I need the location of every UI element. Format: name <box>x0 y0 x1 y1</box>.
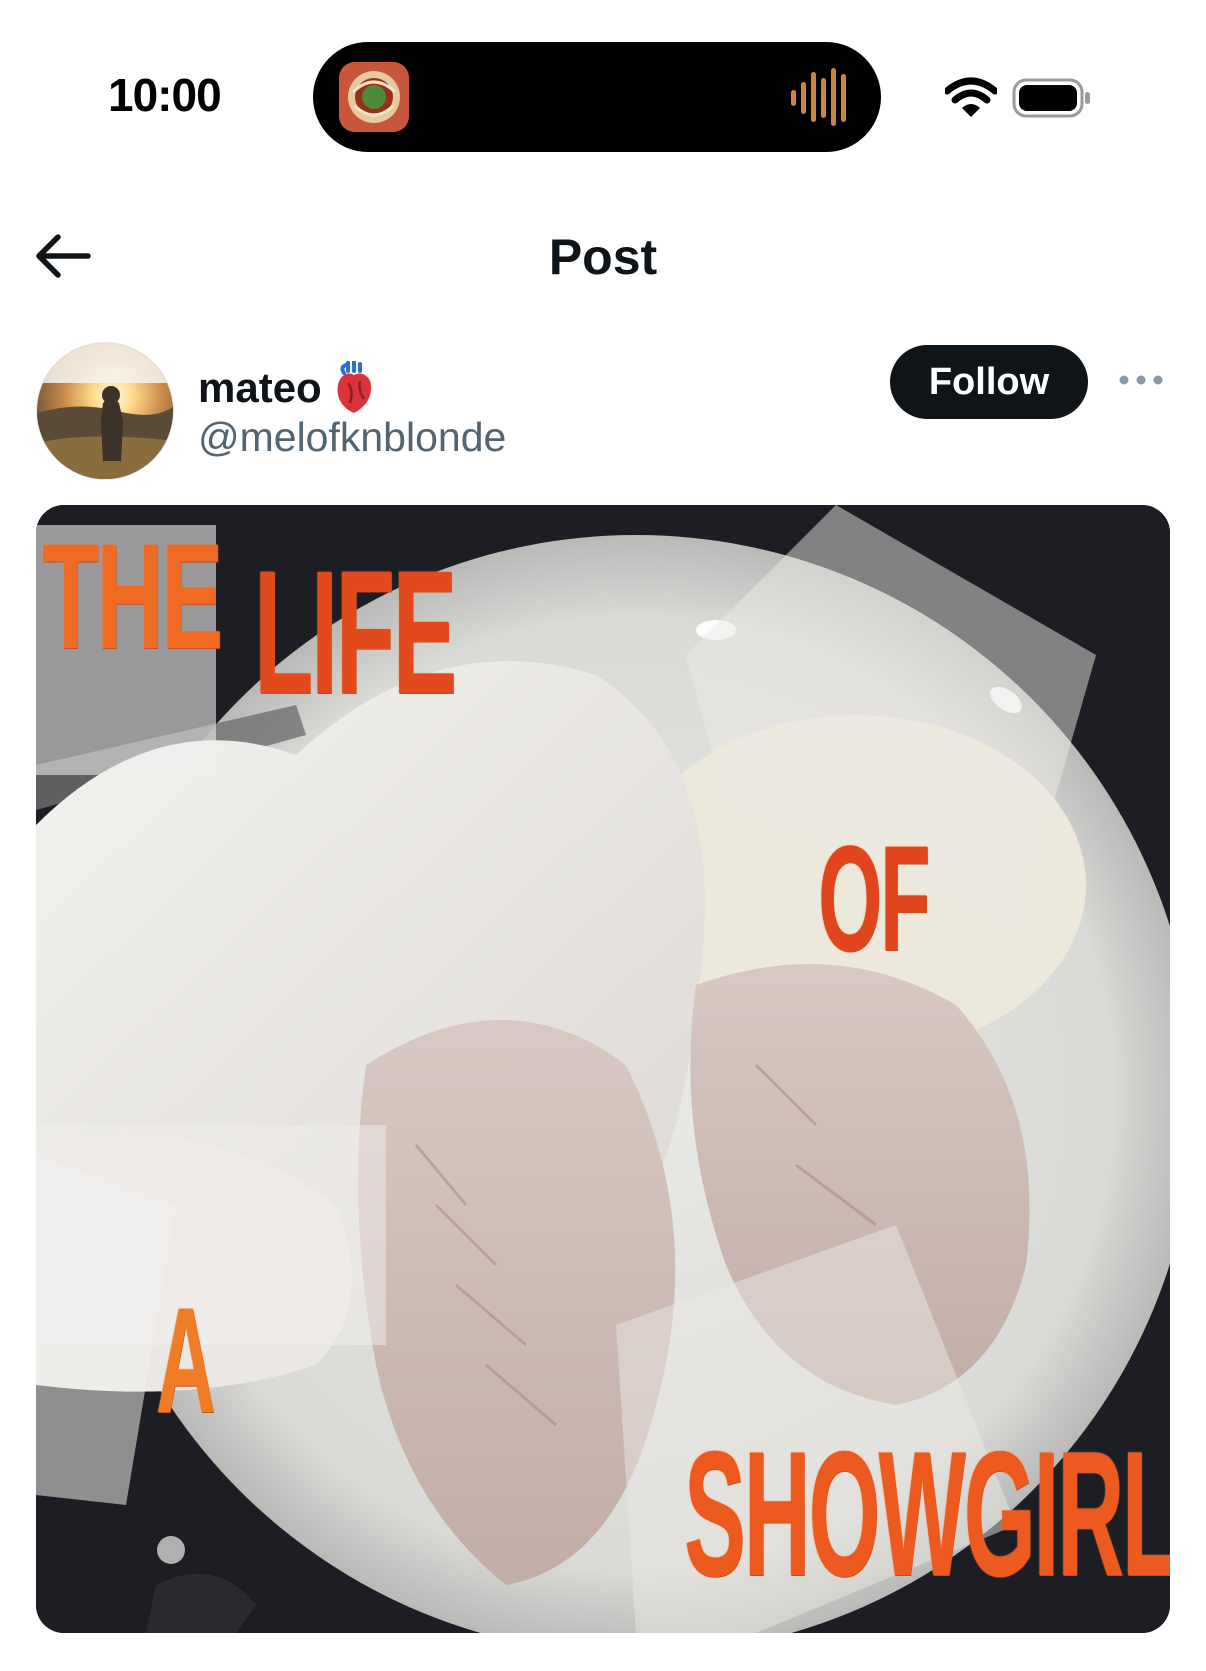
dynamic-island[interactable] <box>313 42 881 152</box>
overlay-word-life: LIFE <box>254 535 457 731</box>
audio-waveform-icon <box>791 68 846 126</box>
avatar[interactable] <box>36 342 174 480</box>
album-art-icon <box>339 62 409 132</box>
post-image[interactable]: THE LIFE OF A SHOWGIRL <box>36 505 1170 1633</box>
overlay-word-showgirl: SHOWGIRL <box>684 1414 1170 1613</box>
follow-button[interactable]: Follow <box>890 345 1088 419</box>
display-name[interactable]: mateo <box>198 364 322 412</box>
wifi-icon <box>945 77 997 117</box>
author-handle[interactable]: @melofknblonde <box>198 414 506 461</box>
battery-icon <box>1012 78 1090 118</box>
page-title: Post <box>548 229 658 285</box>
anatomical-heart-icon <box>337 361 371 413</box>
overlay-word-a: A <box>156 1276 216 1444</box>
status-time: 10:00 <box>108 69 222 121</box>
more-horizontal-icon[interactable] <box>1118 372 1164 388</box>
author-name-row[interactable]: mateo <box>198 360 374 416</box>
overlay-word-the: THE <box>42 512 223 680</box>
overlay-word-of: OF <box>818 814 930 982</box>
